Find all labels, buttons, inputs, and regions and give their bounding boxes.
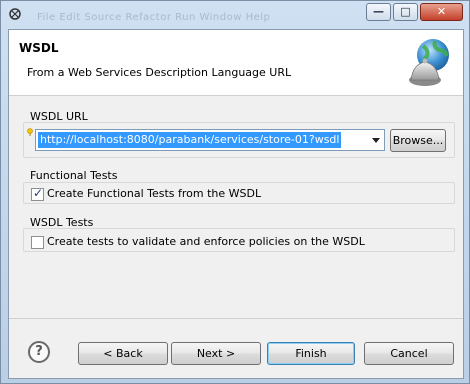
wsdl-url-combo[interactable]: http://localhost:8080/parabank/services/… (35, 129, 385, 151)
dialog-client-area: WSDL From a Web Services Description Lan… (8, 29, 464, 379)
finish-button[interactable]: Finish (267, 342, 355, 365)
wsdl-url-dropdown-button[interactable] (368, 130, 384, 150)
app-icon (9, 8, 21, 20)
create-policy-tests-label[interactable]: Create tests to validate and enforce pol… (47, 235, 365, 248)
check-icon: ✓ (33, 186, 44, 200)
minimize-button[interactable]: — (366, 3, 391, 21)
close-icon: ✕ (436, 5, 447, 18)
functional-tests-group-label: Functional Tests (30, 169, 118, 182)
page-title: WSDL (19, 41, 59, 55)
maximize-button[interactable]: □ (393, 3, 418, 21)
minimize-icon: — (373, 5, 384, 18)
wsdl-url-group-label: WSDL URL (30, 110, 88, 123)
dialog-window: File Edit Source Refactor Run Window Hel… (0, 0, 470, 384)
page-description: From a Web Services Description Language… (27, 66, 292, 79)
dropdown-arrow-icon (372, 138, 380, 143)
title-bar[interactable]: File Edit Source Refactor Run Window Hel… (1, 1, 470, 29)
globe-bell-icon (409, 39, 449, 86)
wizard-header: WSDL From a Web Services Description Lan… (9, 30, 463, 96)
next-button[interactable]: Next > (171, 342, 261, 365)
wsdl-tests-group-label: WSDL Tests (30, 216, 94, 229)
create-functional-tests-checkbox[interactable]: ✓ (31, 186, 44, 201)
browse-button[interactable]: Browse... (390, 129, 446, 152)
maximize-icon: □ (400, 5, 411, 18)
cancel-button[interactable]: Cancel (364, 342, 454, 365)
close-button[interactable]: ✕ (420, 3, 463, 21)
background-menu-text: File Edit Source Refactor Run Window Hel… (37, 12, 271, 23)
footer-separator (9, 318, 463, 319)
create-functional-tests-label[interactable]: Create Functional Tests from the WSDL (47, 187, 261, 200)
back-button[interactable]: < Back (78, 342, 168, 365)
create-policy-tests-checkbox[interactable] (31, 236, 44, 249)
wsdl-url-input[interactable]: http://localhost:8080/parabank/services/… (38, 132, 342, 148)
help-icon[interactable]: ? (28, 341, 50, 363)
warning-icon (27, 128, 33, 136)
